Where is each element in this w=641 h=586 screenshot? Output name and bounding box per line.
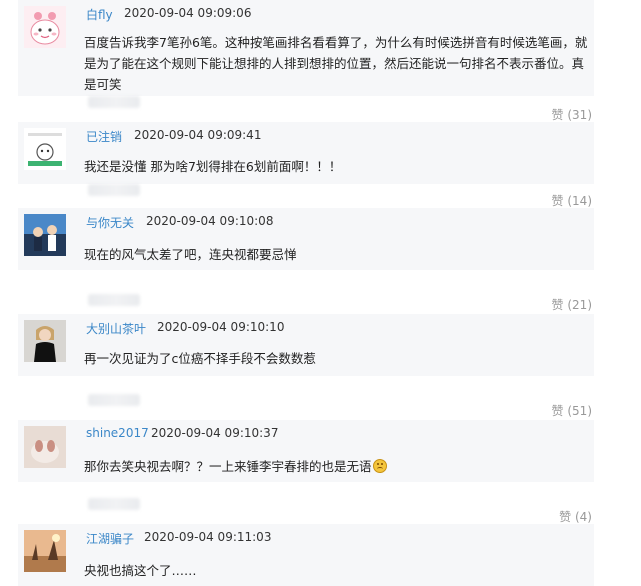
- user-avatar[interactable]: [24, 214, 66, 256]
- comment-text: 那你去笑央视去啊？？一上来锤李宇春排的也是无语: [84, 456, 592, 477]
- blurred-reply-link: [88, 96, 140, 108]
- comment-list: 白fly 2020-09-04 09:09:06 百度告诉我李7笔孙6笔。这种按…: [0, 0, 641, 586]
- user-avatar[interactable]: [24, 320, 66, 362]
- comment-author[interactable]: 已注销: [86, 128, 122, 145]
- comment-time: 2020-09-04 09:10:08: [146, 214, 274, 228]
- comment-text-content: 那你去笑央视去啊？？一上来锤李宇春排的也是无语: [84, 459, 372, 474]
- user-avatar[interactable]: [24, 530, 66, 572]
- like-button[interactable]: 赞 (4): [559, 508, 592, 525]
- comment-author[interactable]: 与你无关: [86, 214, 134, 231]
- comment-text: 再一次见证为了c位癌不择手段不会数数惹: [84, 351, 316, 366]
- like-button[interactable]: 赞 (31): [552, 106, 592, 123]
- comment-time: 2020-09-04 09:10:37: [151, 426, 279, 440]
- blurred-reply-link: [88, 498, 140, 510]
- blurred-reply-link: [88, 294, 140, 306]
- blurred-reply-link: [88, 184, 140, 196]
- comment-text: 央视也搞这个了……: [84, 563, 197, 578]
- comment-text: 现在的风气太差了吧，连央视都要忌惮: [84, 247, 297, 262]
- comment-text: 我还是没懂 那为啥7划得排在6划前面啊！！！: [84, 159, 342, 174]
- comment-author[interactable]: 白fly: [86, 6, 113, 23]
- like-button[interactable]: 赞 (51): [552, 402, 592, 419]
- comment-author[interactable]: shine2017: [86, 426, 149, 440]
- blurred-reply-link: [88, 394, 140, 406]
- comment-time: 2020-09-04 09:09:41: [134, 128, 262, 142]
- like-button[interactable]: 赞 (14): [552, 192, 592, 209]
- comment-author[interactable]: 大别山茶叶: [86, 320, 146, 337]
- sad-face-emoji: [372, 459, 387, 473]
- comment-time: 2020-09-04 09:10:10: [157, 320, 285, 334]
- user-avatar[interactable]: [24, 426, 66, 468]
- like-button[interactable]: 赞 (21): [552, 296, 592, 313]
- user-avatar[interactable]: [24, 128, 66, 170]
- comment-time: 2020-09-04 09:09:06: [124, 6, 252, 20]
- comment-text: 百度告诉我李7笔孙6笔。这种按笔画排名看看算了，为什么有时候选拼音有时候选笔画，…: [84, 35, 588, 92]
- comment-author[interactable]: 江湖骗子: [86, 530, 134, 547]
- user-avatar[interactable]: [24, 6, 66, 48]
- comment-time: 2020-09-04 09:11:03: [144, 530, 272, 544]
